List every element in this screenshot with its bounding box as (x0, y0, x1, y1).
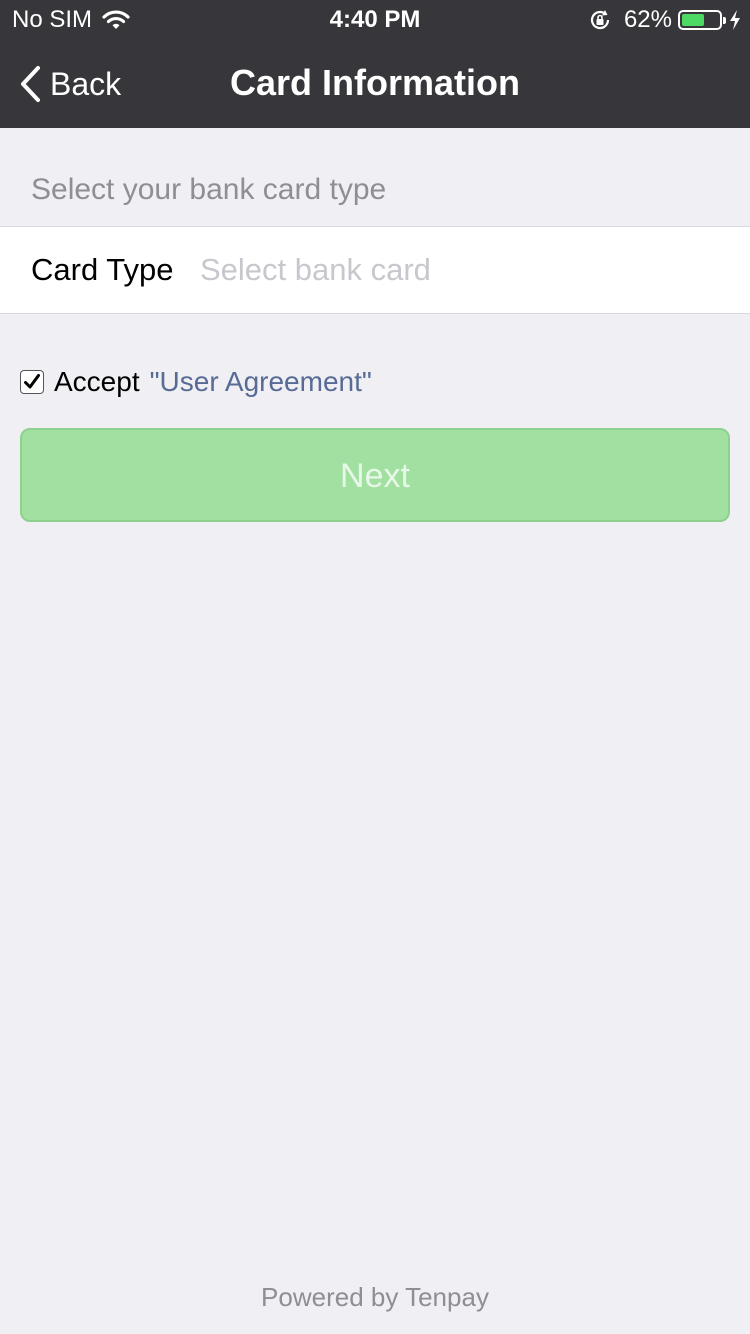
nav-bar: Back Card Information (0, 40, 750, 128)
user-agreement-link[interactable]: "User Agreement" (150, 366, 372, 398)
battery-percent: 62% (623, 6, 672, 33)
footer-text: Powered by Tenpay (261, 1282, 489, 1312)
agreement-checkbox[interactable] (20, 370, 44, 394)
status-bar: No SIM 4:40 PM 62% (0, 0, 750, 40)
header: No SIM 4:40 PM 62% Back Card Information (0, 0, 750, 128)
battery-icon (678, 10, 726, 30)
page-title: Card Information (229, 62, 520, 103)
agreement-row: Accept "User Agreement" (20, 362, 372, 402)
lock-rotation-icon (588, 8, 612, 32)
card-type-label: Card Type (31, 252, 174, 287)
section-hint: Select your bank card type (31, 173, 387, 206)
next-button[interactable]: Next (20, 428, 730, 522)
charging-icon (728, 9, 742, 31)
battery-fill (682, 14, 704, 26)
checkmark-icon (24, 374, 40, 389)
battery-nub (723, 17, 726, 24)
accept-label: Accept (54, 366, 140, 397)
card-type-input[interactable] (200, 245, 720, 295)
card-type-row[interactable]: Card Type (0, 226, 750, 314)
status-right: 62% (588, 6, 742, 34)
